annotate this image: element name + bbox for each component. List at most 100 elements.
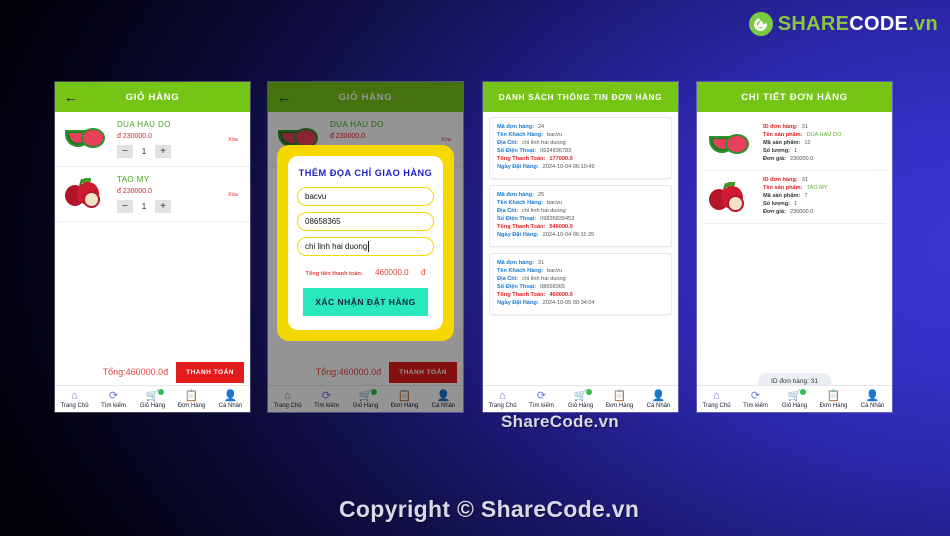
phone-value: 08658365 [540,284,566,290]
order-card[interactable]: Mã đơn hàng: 31 Tên Khách Hàng: bacvu Địa … [489,253,672,315]
bottom-navbar: ⌂ Trang Chủ ⟳ Tìm kiếm 🛒 Giỏ Hàng 📋 Đơn Hàng… [697,385,892,412]
orders-icon: 📋 [184,389,199,402]
total-label: Tổng Thanh Toán: [497,224,546,230]
nav-item-orders[interactable]: 📋 Đơn Hàng [600,390,639,409]
cart-total-text: Tổng:460000.0đ [102,367,169,377]
home-icon: ⌂ [713,389,720,402]
delete-item-button[interactable]: Xóa [228,192,238,198]
checkout-button[interactable]: THANH TOÁN [176,361,244,383]
nav-label-cart: Giỏ Hàng [139,402,166,409]
nav-item-account[interactable]: 👤 Cá Nhân [211,390,250,409]
cart-icon: 🛒 [133,388,172,402]
cart-item-list: DUA HAU DO đ 230000.0 − 1 + Xóa TAO MY đ… [55,112,250,222]
cart-icon: 🛒 [775,388,814,402]
watermelon-image [707,124,751,164]
unit-price-value: 230000.0 [789,156,814,162]
name-field[interactable]: bacvu [297,187,434,206]
account-icon: 👤 [223,389,238,402]
account-icon: 👤 [865,389,880,402]
phone-screen-order-detail: CHI TIẾT ĐƠN HÀNG ID đơn hàng: 31 Tên sản… [697,82,892,412]
nav-label-orders: Đơn Hàng [819,402,848,409]
nav-label-account: Cá Nhân [860,402,885,409]
nav-item-search[interactable]: ⟳ Tìm kiếm [522,390,561,409]
order-code-value: 24 [537,124,545,130]
watermark-sharecode: ShareCode.vn [501,412,619,431]
product-price: đ 230000.0 [117,133,153,140]
increment-button[interactable]: + [155,145,171,158]
unit-price-label: Đơn giá: [763,209,786,215]
nav-item-cart[interactable]: 🛒 Giỏ Hàng [775,388,814,409]
quantity-label: Số lượng: [763,148,790,154]
phone-screen-order-list: DANH SÁCH THÔNG TIN ĐƠN HÀNG Mã đơn hàng… [483,82,678,412]
nav-item-search[interactable]: ⟳ Tìm kiếm [736,390,775,409]
address-field[interactable]: chi linh hai duong [297,237,434,256]
date-label: Ngày Đặt Hàng: [497,300,539,306]
search-icon: ⟳ [536,389,547,402]
address-label: Địa Chỉ: [497,140,519,146]
dialog-total-currency: đ [421,268,426,277]
decrement-button[interactable]: − [117,200,133,213]
order-card-list: Mã đơn hàng: 24 Tên Khách Hàng: bacvu Địa … [483,112,678,326]
customer-label: Tên Khách Hàng: [497,268,543,274]
nav-item-search[interactable]: ⟳ Tìm kiếm [94,390,133,409]
nav-item-account[interactable]: 👤 Cá Nhân [639,390,678,409]
nav-label-home: Trang Chủ [702,402,731,409]
add-address-dialog: THÊM ĐỌA CHỈ GIAO HÀNG bacvu 08658365 ch… [277,145,454,341]
page-title: DANH SÁCH THÔNG TIN ĐƠN HÀNG [498,92,663,102]
home-icon: ⌂ [499,389,506,402]
dialog-total-value: 460000.0 [375,268,409,277]
appbar-cart: ← GIỎ HÀNG [55,82,250,112]
nav-item-home[interactable]: ⌂ Trang Chủ [55,390,94,409]
product-code-label: Mã sản phẩm: [763,193,801,199]
product-name-value: DUA HAU DO [806,132,842,138]
bottom-navbar: ⌂ Trang Chủ ⟳ Tìm kiếm 🛒 Giỏ Hàng 📋 Đơn Hàng… [483,385,678,412]
nav-item-home[interactable]: ⌂ Trang Chủ [697,390,736,409]
cart-icon: 🛒 [561,388,600,402]
customer-label: Tên Khách Hàng: [497,200,543,206]
unit-price-value: 230000.0 [789,209,814,215]
address-value: chi linh hai duong [522,140,566,146]
search-icon: ⟳ [750,389,761,402]
back-arrow-icon[interactable]: ← [64,90,78,104]
order-code-value: 31 [537,260,545,266]
product-code-label: Mã sản phẩm: [763,140,801,146]
phone-value: 0624836783 [540,148,572,154]
text-caret [368,241,370,252]
phone-screen-cart-modal: ← GIỎ HÀNG DUA HAU DO đ 230000.0 Xóa Tổn… [268,82,463,412]
delete-item-button[interactable]: Xóa [228,137,238,143]
nav-label-account: Cá Nhân [218,402,243,409]
order-code-value: 25 [537,192,545,198]
sharecode-logo-icon [748,12,773,36]
address-label: Địa Chỉ: [497,208,519,214]
dialog-title: THÊM ĐỌA CHỈ GIAO HÀNG [298,168,433,178]
nav-item-cart[interactable]: 🛒 Giỏ Hàng [561,388,600,409]
confirm-order-button[interactable]: XÁC NHẬN ĐẶT HÀNG [303,288,428,316]
nav-item-account[interactable]: 👤 Cá Nhân [853,390,892,409]
bottom-navbar: ⌂ Trang Chủ ⟳ Tìm kiếm 🛒 Giỏ Hàng 📋 Đơn Hàng… [55,385,250,412]
product-code-value: 7 [804,193,808,199]
watermelon-image [63,118,107,158]
sharecode-logo: SHARECODE.vn [748,12,938,36]
cart-row: DUA HAU DO đ 230000.0 − 1 + Xóa [55,112,250,167]
order-card[interactable]: Mã đơn hàng: 25 Tên Khách Hàng: bacvu Địa … [489,185,672,247]
page-title: GIỎ HÀNG [125,91,180,103]
decrement-button[interactable]: − [117,145,133,158]
order-detail-row: ID đơn hàng: 31 Tên sản phẩm: DUA HAU DO M… [703,118,886,171]
nav-item-orders[interactable]: 📋 Đơn Hàng [172,390,211,409]
nav-item-orders[interactable]: 📋 Đơn Hàng [814,390,853,409]
order-card[interactable]: Mã đơn hàng: 24 Tên Khách Hàng: bacvu Địa … [489,117,672,179]
product-name: TAO MY [117,175,150,184]
nav-item-cart[interactable]: 🛒 Giỏ Hàng [133,388,172,409]
product-name: DUA HAU DO [117,120,171,129]
date-value: 2024-10-05 00:34:04 [542,300,595,306]
order-id-value: 31 [801,124,808,130]
nav-label-cart: Giỏ Hàng [567,402,594,409]
increment-button[interactable]: + [155,200,171,213]
nav-item-home[interactable]: ⌂ Trang Chủ [483,390,522,409]
search-icon: ⟳ [108,389,119,402]
logo-share-text: SHARE [777,12,850,35]
quantity-value: 1 [141,202,147,211]
logo-vn-text: .vn [908,12,938,35]
phone-field[interactable]: 08658365 [297,212,434,231]
quantity-label: Số lượng: [763,201,790,207]
